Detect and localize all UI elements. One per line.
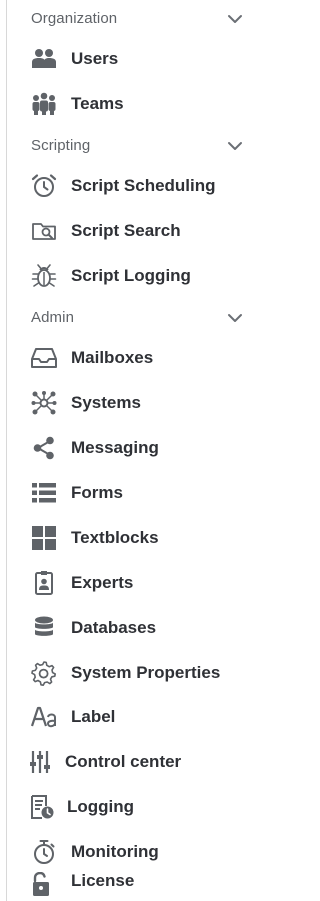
sidebar-item-label: Databases <box>71 618 157 637</box>
sidebar-item-label: Control center <box>65 752 182 771</box>
sidebar-item-script-search[interactable]: Script Search <box>7 211 268 251</box>
section-header-organization[interactable]: Organization <box>7 2 268 36</box>
section-header-scripting[interactable]: Scripting <box>7 129 268 163</box>
sidebar-item-users[interactable]: Users <box>7 39 268 79</box>
section-title: Scripting <box>31 137 91 154</box>
sidebar-item-label: Messaging <box>71 438 159 457</box>
gear-icon <box>31 660 57 686</box>
sidebar-item-mailboxes[interactable]: Mailboxes <box>7 338 268 378</box>
sidebar-item-label: License <box>71 871 135 890</box>
section-title: Organization <box>31 10 118 27</box>
chevron-down-icon[interactable] <box>225 9 245 29</box>
sidebar-item-databases[interactable]: Databases <box>7 608 268 648</box>
teams-icon <box>31 91 57 117</box>
sidebar-item-label: Monitoring <box>71 842 159 861</box>
sidebar-item-messaging[interactable]: Messaging <box>7 428 268 468</box>
chevron-down-icon[interactable] <box>225 136 245 156</box>
form-list-icon <box>31 480 57 506</box>
sidebar-item-teams[interactable]: Teams <box>7 84 268 124</box>
sidebar-item-label: Experts <box>71 573 134 592</box>
sidebar-item-label: Systems <box>71 393 141 412</box>
bug-icon <box>31 263 57 289</box>
unlock-icon <box>31 872 57 898</box>
sidebar-item-label: Script Search <box>71 221 181 240</box>
share-icon <box>31 435 57 461</box>
sidebar-page: Organization Users Teams Scripting Scrip… <box>0 0 268 901</box>
sidebar-item-monitoring[interactable]: Monitoring <box>7 832 268 872</box>
sidebar-item-label: Textblocks <box>71 528 159 547</box>
sidebar-item-systems[interactable]: Systems <box>7 383 268 423</box>
sidebar-item-logging[interactable]: Logging <box>7 787 268 827</box>
sidebar-nav: Organization Users Teams Scripting Scrip… <box>7 0 268 901</box>
sidebar-item-experts[interactable]: Experts <box>7 563 268 603</box>
badge-icon <box>31 570 57 596</box>
section-title: Admin <box>31 309 75 326</box>
sidebar-item-script-logging[interactable]: Script Logging <box>7 256 268 296</box>
sidebar-item-script-scheduling[interactable]: Script Scheduling <box>7 166 268 206</box>
sidebar-item-label: System Properties <box>71 663 221 682</box>
alarm-clock-icon <box>31 173 57 199</box>
sidebar-item-license[interactable]: License <box>7 867 268 901</box>
folder-search-icon <box>31 218 57 244</box>
font-aa-icon <box>31 704 57 730</box>
sidebar-item-system-properties[interactable]: System Properties <box>7 653 268 693</box>
left-edge-divider <box>0 0 7 901</box>
sidebar-item-textblocks[interactable]: Textblocks <box>7 518 268 558</box>
users-icon <box>31 46 57 72</box>
sidebar-item-control-center[interactable]: Control center <box>7 742 268 782</box>
database-icon <box>31 615 57 641</box>
log-document-icon <box>29 794 55 820</box>
sidebar-item-label: Logging <box>67 797 135 816</box>
stopwatch-icon <box>31 839 57 865</box>
network-hub-icon <box>31 390 57 416</box>
sidebar-item-label: Script Logging <box>71 266 191 285</box>
sliders-icon <box>29 749 55 775</box>
inbox-tray-icon <box>31 345 57 371</box>
sidebar-item-forms[interactable]: Forms <box>7 473 268 513</box>
sidebar-item-label: Teams <box>71 94 124 113</box>
sidebar-item-label-settings[interactable]: Label <box>7 697 268 737</box>
sidebar-item-label: Script Scheduling <box>71 176 216 195</box>
sidebar-item-label: Label <box>71 707 116 726</box>
sidebar-item-label: Users <box>71 49 119 68</box>
section-header-admin[interactable]: Admin <box>7 301 268 335</box>
grid-blocks-icon <box>31 525 57 551</box>
sidebar-item-label: Forms <box>71 483 123 502</box>
sidebar-item-label: Mailboxes <box>71 348 154 367</box>
chevron-down-icon[interactable] <box>225 308 245 328</box>
